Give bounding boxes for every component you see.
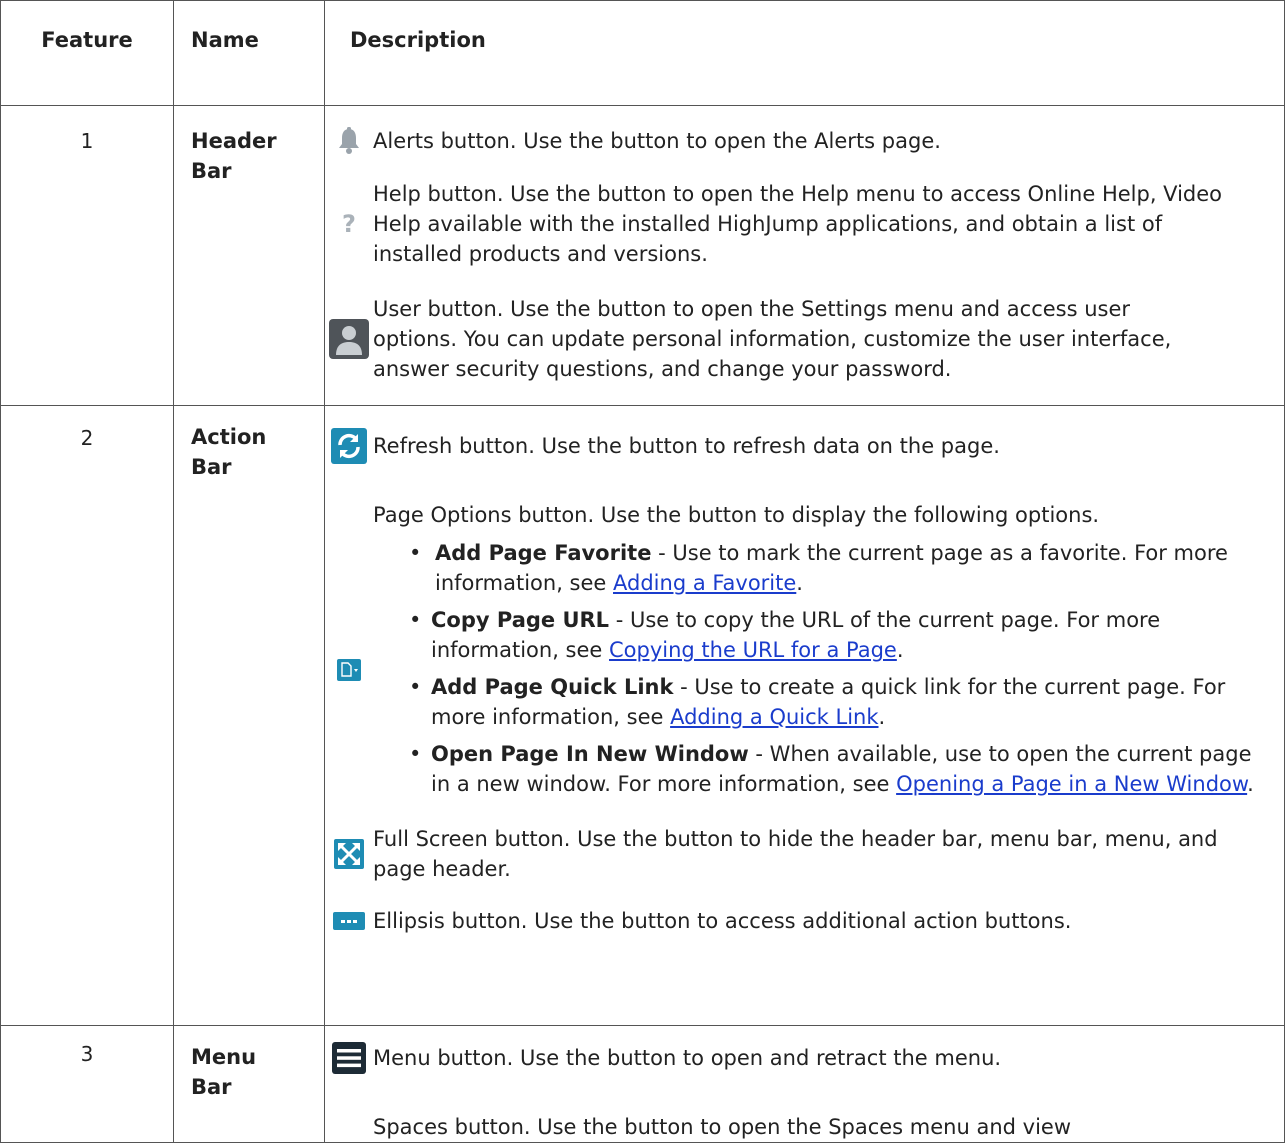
link-adding-a-quick-link[interactable]: Adding a Quick Link	[670, 705, 878, 729]
list-item: Open Page In New Window - When available…	[373, 739, 1284, 799]
feature-number: 3	[0, 1025, 174, 1143]
menu-icon	[325, 1042, 373, 1074]
user-icon	[325, 319, 373, 359]
page-options-block: Page Options button. Use the button to d…	[325, 500, 1284, 806]
list-item: Menu button. Use the button to open and …	[325, 1042, 1284, 1074]
table-row: 3 Menu Bar Menu button. Use the button t…	[0, 1025, 1285, 1143]
feature-number: 1	[0, 105, 174, 406]
header-feature: Feature	[0, 0, 174, 106]
full-screen-icon	[325, 839, 373, 869]
list-item: User button. Use the button to open the …	[325, 294, 1284, 384]
table-row: 2 Action Bar Refresh button. Use the but…	[0, 405, 1285, 1026]
list-item: Refresh button. Use the button to refres…	[325, 428, 1284, 464]
ellipsis-icon	[325, 912, 373, 930]
page-options-list: Add Page Favorite - Use to mark the curr…	[373, 538, 1284, 799]
table-header-row: Feature Name Description	[0, 0, 1285, 106]
header-name: Name	[173, 0, 325, 106]
question-icon: ?	[342, 210, 356, 238]
list-item: Alerts button. Use the button to open th…	[325, 126, 1284, 156]
list-item: Add Page Favorite - Use to mark the curr…	[373, 538, 1284, 598]
feature-name: Header Bar	[173, 105, 325, 406]
feature-description: Menu button. Use the button to open and …	[324, 1025, 1285, 1143]
page-options-intro: Page Options button. Use the button to d…	[373, 503, 1100, 527]
page-options-icon	[325, 659, 373, 681]
link-opening-a-page-in-new-window[interactable]: Opening a Page in a New Window	[896, 772, 1247, 796]
feature-name: Menu Bar	[173, 1025, 325, 1143]
feature-description: Alerts button. Use the button to open th…	[324, 105, 1285, 406]
list-item: ? Help button. Use the button to open th…	[325, 179, 1284, 269]
header-description: Description	[324, 0, 1285, 106]
feature-name: Action Bar	[173, 405, 325, 1026]
link-adding-a-favorite[interactable]: Adding a Favorite	[613, 571, 796, 595]
list-item: Spaces button. Use the button to open th…	[373, 1115, 1072, 1139]
list-item: Full Screen button. Use the button to hi…	[325, 824, 1284, 884]
feature-description: Refresh button. Use the button to refres…	[324, 405, 1285, 1026]
list-item: Ellipsis button. Use the button to acces…	[325, 906, 1284, 936]
list-item: Add Page Quick Link - Use to create a qu…	[373, 672, 1284, 732]
bell-icon	[325, 127, 373, 155]
feature-number: 2	[0, 405, 174, 1026]
link-copying-the-url[interactable]: Copying the URL for a Page	[609, 638, 897, 662]
table-row: 1 Header Bar Alerts button. Use the butt…	[0, 105, 1285, 406]
feature-table: Feature Name Description 1 Header Bar Al…	[0, 0, 1285, 1143]
refresh-icon	[325, 428, 373, 464]
list-item: Copy Page URL - Use to copy the URL of t…	[373, 605, 1284, 665]
